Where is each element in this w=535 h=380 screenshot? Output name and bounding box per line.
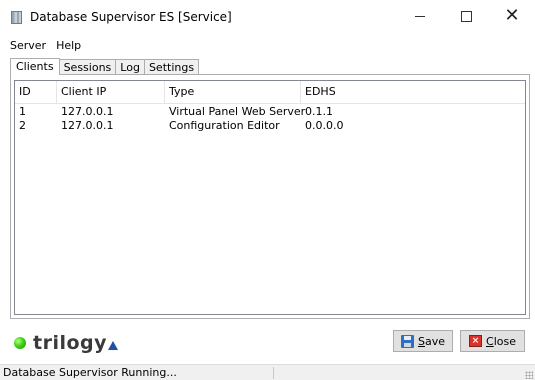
cell-edhs: 0.0.0.0 <box>305 119 344 132</box>
cell-client-ip: 127.0.0.1 <box>61 119 114 132</box>
cell-id: 2 <box>19 119 26 132</box>
tab-sessions[interactable]: Sessions <box>58 59 117 75</box>
close-button[interactable]: × Close <box>460 330 525 352</box>
trilogy-logo: trilogy <box>14 332 119 354</box>
logo-text: trilogy <box>33 332 108 354</box>
minimize-icon <box>415 15 425 17</box>
maximize-button[interactable] <box>443 0 489 32</box>
title-bar: Database Supervisor ES [Service] ✕ <box>0 0 535 32</box>
resize-grip-icon[interactable] <box>525 371 533 379</box>
window-close-button[interactable]: ✕ <box>489 0 535 32</box>
minimize-button[interactable] <box>397 0 443 32</box>
save-button[interactable]: Save <box>393 330 453 352</box>
status-led-icon <box>14 337 26 349</box>
menu-server[interactable]: Server <box>0 37 51 55</box>
status-text: Database Supervisor Running... <box>3 366 177 379</box>
cell-type: Configuration Editor <box>169 119 280 132</box>
cell-type: Virtual Panel Web Server <box>169 105 306 118</box>
table-row[interactable]: 1 127.0.0.1 Virtual Panel Web Server 0.1… <box>15 105 525 119</box>
clients-panel: ID Client IP Type EDHS 1 127.0.0.1 Virtu… <box>10 74 530 319</box>
column-header-type[interactable]: Type <box>165 81 301 103</box>
close-icon: × <box>469 335 482 347</box>
column-header-edhs[interactable]: EDHS <box>301 81 501 103</box>
status-separator <box>273 367 274 379</box>
tab-log[interactable]: Log <box>115 59 145 75</box>
list-header: ID Client IP Type EDHS <box>15 81 525 104</box>
maximize-icon <box>460 10 472 22</box>
close-label: Close <box>486 334 516 348</box>
cell-edhs: 0.1.1 <box>305 105 333 118</box>
column-header-id[interactable]: ID <box>15 81 57 103</box>
clients-list[interactable]: ID Client IP Type EDHS 1 127.0.0.1 Virtu… <box>14 80 526 315</box>
tab-settings[interactable]: Settings <box>143 59 200 75</box>
tab-clients[interactable]: Clients <box>10 58 60 75</box>
database-icon <box>11 11 22 24</box>
menu-help[interactable]: Help <box>51 37 86 55</box>
save-icon <box>400 334 414 348</box>
close-icon: ✕ <box>504 5 520 26</box>
save-label: Save <box>417 334 445 348</box>
status-bar: Database Supervisor Running... <box>0 364 535 380</box>
cell-id: 1 <box>19 105 26 118</box>
tab-strip: Clients Sessions Log Settings <box>10 58 200 75</box>
menu-bar: Server Help <box>0 37 535 55</box>
column-header-client-ip[interactable]: Client IP <box>57 81 165 103</box>
window-title: Database Supervisor ES [Service] <box>30 10 232 24</box>
cell-client-ip: 127.0.0.1 <box>61 105 114 118</box>
list-body: 1 127.0.0.1 Virtual Panel Web Server 0.1… <box>15 105 525 133</box>
logo-triangle-icon <box>108 341 119 350</box>
table-row[interactable]: 2 127.0.0.1 Configuration Editor 0.0.0.0 <box>15 119 525 133</box>
